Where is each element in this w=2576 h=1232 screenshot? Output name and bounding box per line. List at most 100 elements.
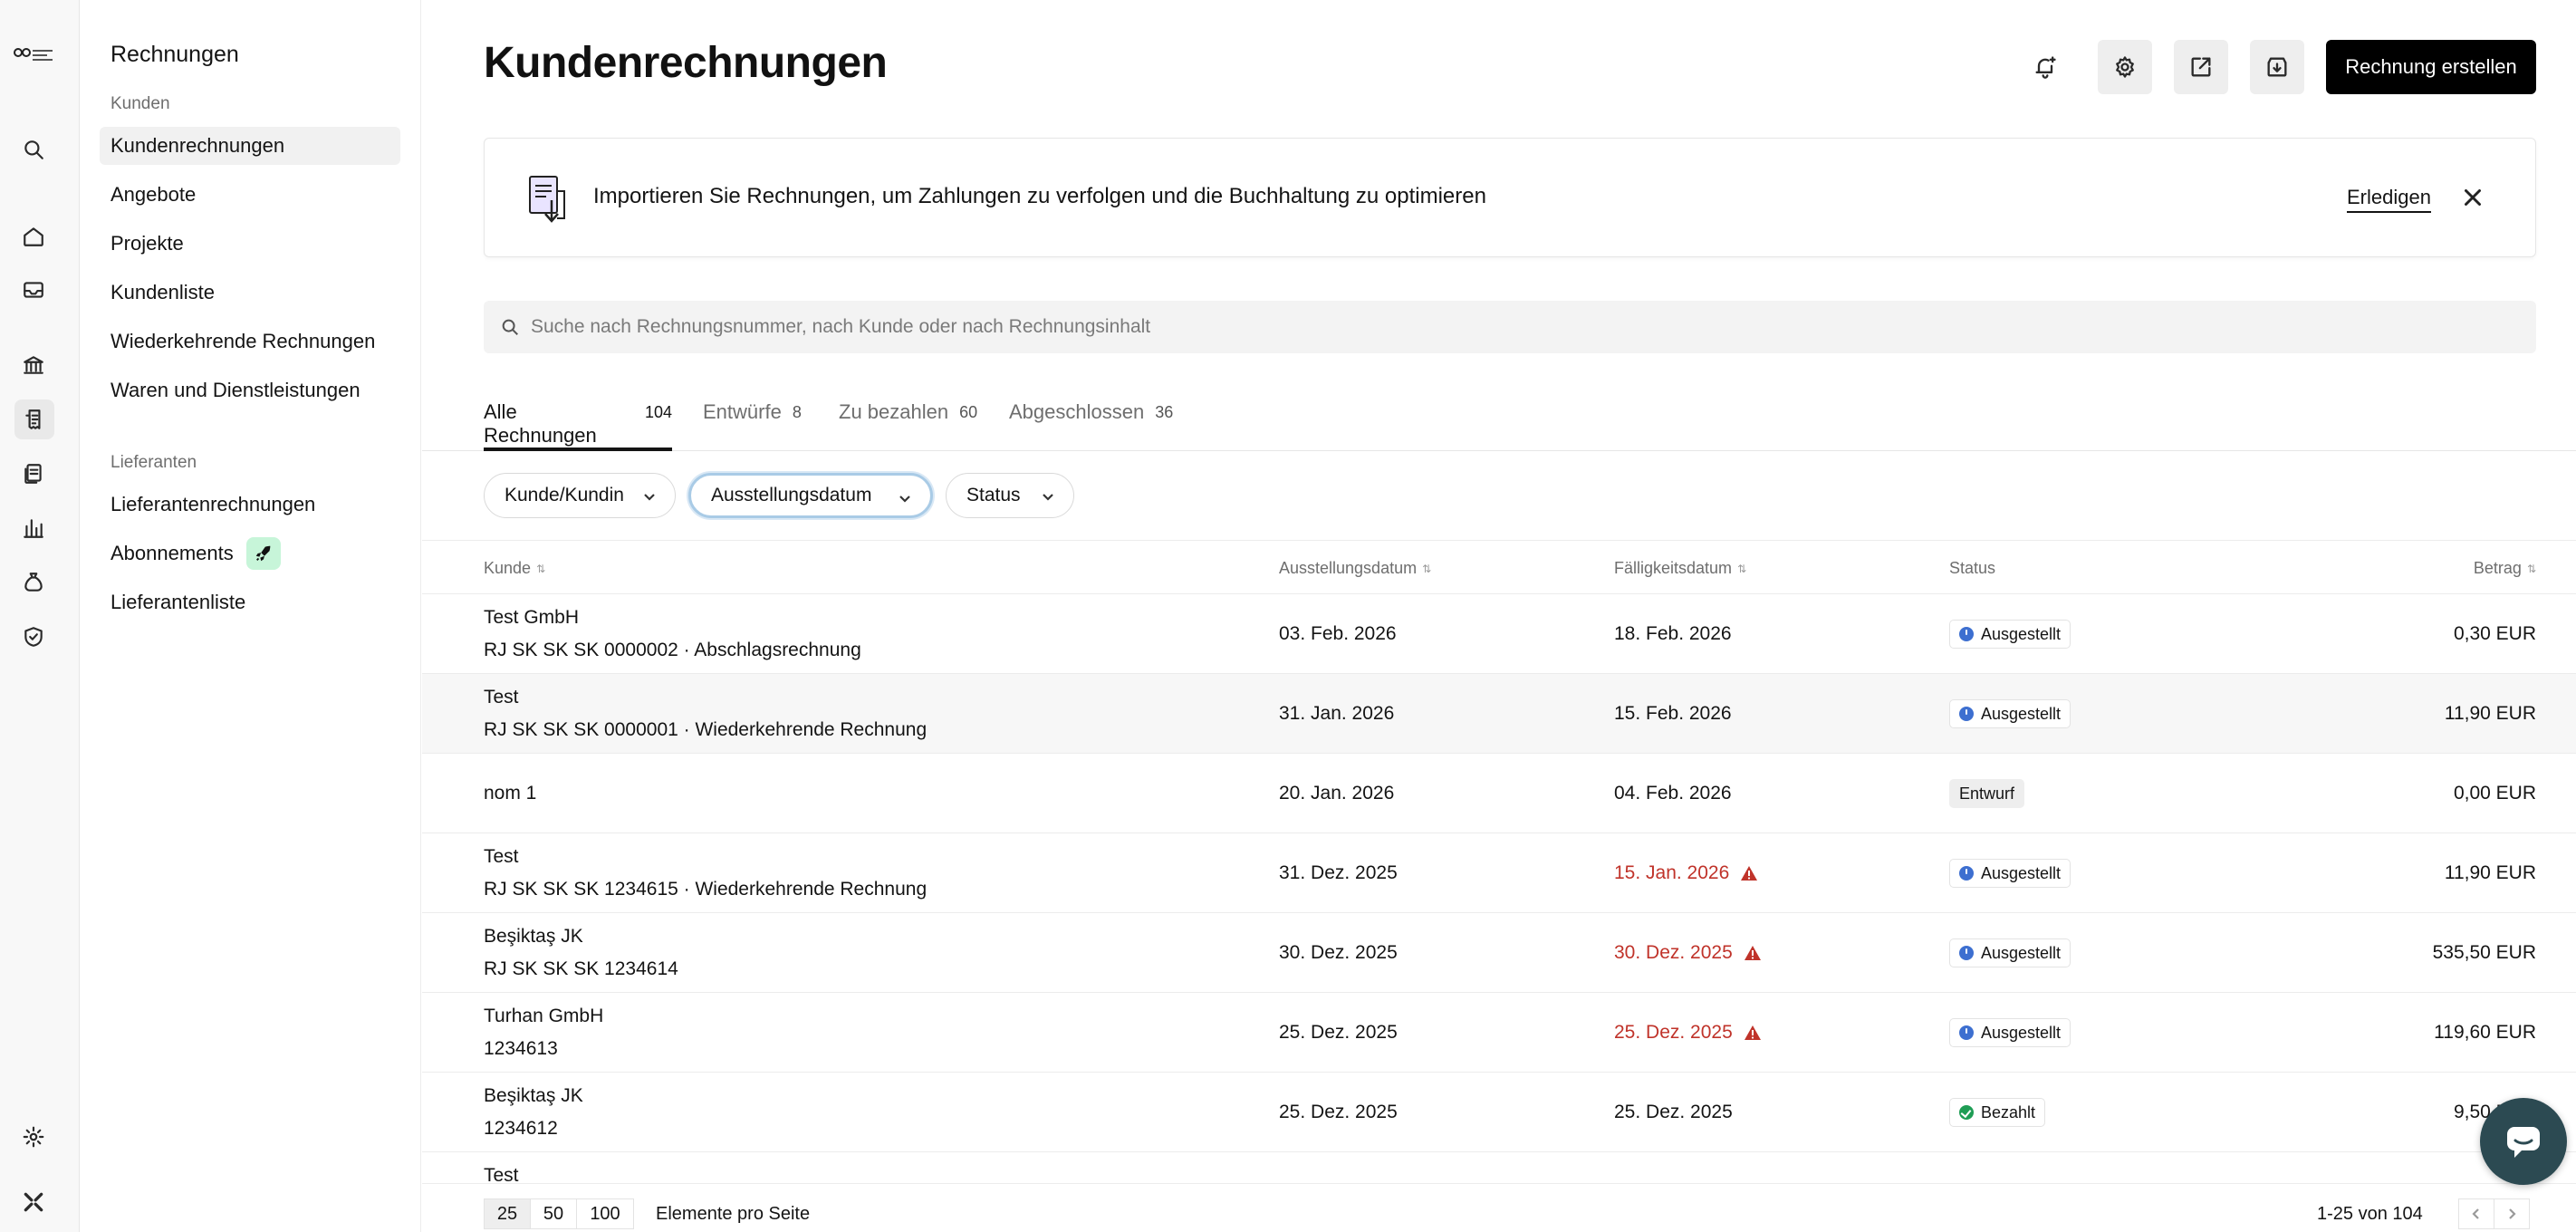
- row-issue-date: 31. Jan. 2026: [1279, 703, 1395, 724]
- table-row[interactable]: Beşiktaş JK 1234612 25. Dez. 2025 25. De…: [422, 1073, 2576, 1152]
- sidebar-item-customer-list[interactable]: Kundenliste: [100, 274, 400, 312]
- column-due-date[interactable]: Fälligkeitsdatum ⇅: [1614, 559, 1746, 578]
- column-customer[interactable]: Kunde ⇅: [484, 559, 545, 578]
- bank-icon[interactable]: [20, 351, 47, 379]
- settings-button[interactable]: [2098, 40, 2152, 94]
- row-due-date: 25. Dez. 2025: [1614, 1022, 1762, 1044]
- prev-page-button[interactable]: [2458, 1198, 2494, 1229]
- row-amount: 0,30 EUR: [2453, 623, 2536, 644]
- filter-issue-date[interactable]: Ausstellungsdatum: [688, 473, 933, 518]
- row-amount: 11,90 EUR: [2444, 703, 2536, 724]
- sidebar-item-subscriptions[interactable]: Abonnements: [100, 534, 400, 573]
- import-icon: [2267, 57, 2287, 77]
- table-row[interactable]: Test RJ SK SK SK 0000001 · Wiederkehrend…: [422, 674, 2576, 754]
- filter-status[interactable]: Status: [946, 473, 1074, 518]
- row-customer: Beşiktaş JK: [484, 926, 583, 947]
- status-badge: Ausgestellt: [1949, 1018, 2071, 1047]
- row-amount: 11,90 EUR: [2444, 862, 2536, 883]
- row-due-date: 18. Feb. 2026: [1614, 623, 1732, 645]
- tab-label: Entwürfe: [703, 400, 782, 423]
- sidebar-item-projects[interactable]: Projekte: [100, 225, 400, 263]
- page-range: 1-25 von 104: [2317, 1204, 2423, 1224]
- row-customer: Beşiktaş JK: [484, 1085, 583, 1106]
- sidebar-title: Rechnungen: [111, 42, 239, 67]
- close-icon[interactable]: [2459, 184, 2486, 211]
- sort-icon: ⇅: [536, 562, 546, 575]
- sidebar-item-goods-services[interactable]: Waren und Dienstleistungen: [100, 371, 400, 409]
- sort-icon: ⇅: [2526, 562, 2536, 575]
- table-row[interactable]: Test RJ SK SK SK 1234615 · Wiederkehrend…: [422, 833, 2576, 913]
- brand-logo[interactable]: [13, 45, 56, 67]
- column-amount[interactable]: Betrag ⇅: [2474, 559, 2536, 578]
- home-icon[interactable]: [20, 223, 47, 250]
- status-text: Bezahlt: [1981, 1102, 2036, 1121]
- row-customer: Turhan GmbH: [484, 1006, 604, 1026]
- tab-drafts[interactable]: Entwürfe 8: [703, 400, 802, 451]
- warning-icon: [1744, 946, 1761, 960]
- search-icon[interactable]: [20, 136, 47, 163]
- invoice-icon[interactable]: [14, 399, 54, 439]
- chat-button[interactable]: [2480, 1098, 2567, 1185]
- page-size-50[interactable]: 50: [530, 1198, 577, 1229]
- clock-icon: [1959, 1025, 1974, 1040]
- search-input[interactable]: [531, 301, 2505, 353]
- chart-icon[interactable]: [20, 515, 47, 542]
- invoice-tabs: Alle Rechnungen 104 Entwürfe 8 Zu bezahlen…: [422, 391, 2576, 451]
- status-badge: Ausgestellt: [1949, 859, 2071, 888]
- filter-customer[interactable]: Kunde/Kundin: [484, 473, 676, 518]
- tab-to-pay[interactable]: Zu bezahlen 60: [839, 400, 977, 451]
- sidebar-item-quotes[interactable]: Angebote: [100, 176, 400, 214]
- sidebar-item-customer-invoices[interactable]: Kundenrechnungen: [100, 127, 400, 165]
- banner-done-link[interactable]: Erledigen: [2347, 186, 2431, 213]
- table-row[interactable]: Beşiktaş JK RJ SK SK SK 1234614 30. Dez.…: [422, 913, 2576, 993]
- sidebar-item-supplier-invoices[interactable]: Lieferantenrechnungen: [100, 486, 400, 524]
- sidebar-item-supplier-list[interactable]: Lieferantenliste: [100, 583, 400, 621]
- status-badge: Bezahlt: [1949, 1098, 2046, 1127]
- moneybag-icon[interactable]: [20, 569, 47, 596]
- next-page-button[interactable]: [2494, 1198, 2530, 1229]
- notification-button[interactable]: [2018, 40, 2072, 94]
- chevron-right-icon: [2509, 1208, 2516, 1219]
- table-row[interactable]: Test GmbH RJ SK SK SK 0000002 · Abschlag…: [422, 594, 2576, 674]
- warning-icon: [1741, 866, 1758, 881]
- per-page-label: Elemente pro Seite: [656, 1204, 811, 1224]
- status-badge: Ausgestellt: [1949, 620, 2071, 649]
- chevron-left-icon: [2472, 1208, 2479, 1219]
- row-customer: Test: [484, 687, 519, 707]
- status-text: Ausgestellt: [1981, 624, 2062, 643]
- chevron-down-icon: [899, 496, 910, 503]
- table-row[interactable]: Turhan GmbH 1234613 25. Dez. 2025 25. De…: [422, 993, 2576, 1073]
- column-label: Status: [1949, 559, 1996, 577]
- sort-icon: ⇅: [1737, 562, 1747, 575]
- table-row[interactable]: nom 1 20. Jan. 2026 04. Feb. 2026 Entwur…: [422, 754, 2576, 833]
- sidebar-section-customers: Kunden: [111, 94, 170, 113]
- import-button[interactable]: [2250, 40, 2304, 94]
- export-button[interactable]: [2174, 40, 2228, 94]
- inbox-icon[interactable]: [20, 276, 47, 303]
- warning-icon: [1744, 1025, 1761, 1040]
- brand-icon[interactable]: [20, 1189, 47, 1216]
- page-size-100[interactable]: 100: [576, 1198, 634, 1229]
- page-size-25[interactable]: 25: [484, 1198, 531, 1229]
- row-due-date: 04. Feb. 2026: [1614, 783, 1732, 804]
- column-issue-date[interactable]: Ausstellungsdatum ⇅: [1279, 559, 1431, 578]
- sidebar-item-recurring-invoices[interactable]: Wiederkehrende Rechnungen: [100, 322, 400, 361]
- shield-icon[interactable]: [20, 623, 47, 650]
- sort-icon: ⇅: [1422, 562, 1432, 575]
- row-amount: 0,00 EUR: [2453, 783, 2536, 804]
- documents-icon[interactable]: [20, 460, 47, 487]
- filter-label: Ausstellungsdatum: [711, 485, 872, 505]
- due-date-text: 04. Feb. 2026: [1614, 783, 1732, 804]
- search-bar: [484, 301, 2536, 353]
- settings-icon[interactable]: [20, 1123, 47, 1150]
- row-customer: nom 1: [484, 783, 537, 804]
- row-reference: RJ SK SK SK 1234614: [484, 958, 678, 979]
- document-import-icon: [529, 176, 565, 223]
- tab-completed[interactable]: Abgeschlossen 36: [1009, 400, 1173, 451]
- status-text: Ausgestellt: [1981, 1023, 2062, 1042]
- create-invoice-button[interactable]: Rechnung erstellen: [2326, 40, 2536, 94]
- tab-all-invoices[interactable]: Alle Rechnungen 104: [484, 400, 672, 451]
- row-issue-date: 25. Dez. 2025: [1279, 1102, 1398, 1122]
- column-label: Ausstellungsdatum: [1279, 559, 1418, 577]
- clock-icon: [1959, 866, 1974, 881]
